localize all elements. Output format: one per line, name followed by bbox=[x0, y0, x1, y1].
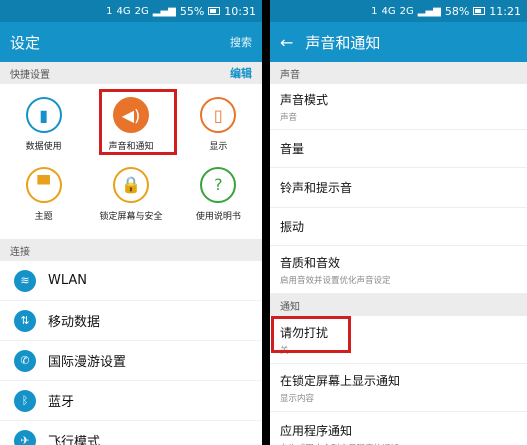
setting-title: 音质和音效 bbox=[280, 255, 341, 270]
sound-notification-screen: 1 4G 2G ▂▄▆ 58% 11:21 ← 声音和通知 声音 声音模式 声音音… bbox=[270, 0, 527, 445]
list-item[interactable]: ≋ WLAN bbox=[0, 261, 262, 301]
quick-tile-label: 显示 bbox=[209, 142, 228, 153]
connections-header: 连接 bbox=[0, 239, 262, 261]
setting-title: 振动 bbox=[280, 220, 305, 234]
setting-subtitle: 允许或阻止个别应用程序的通知 bbox=[280, 442, 517, 445]
highlight-box-sound bbox=[99, 89, 177, 155]
notify-section-header: 通知 bbox=[270, 294, 527, 316]
battery-percent: 58% bbox=[444, 4, 470, 18]
quick-settings-label: 快捷设置 bbox=[10, 69, 50, 81]
setting-title: 应用程序通知 bbox=[280, 423, 353, 438]
airplane-icon: ✈ bbox=[14, 429, 36, 445]
quick-tile[interactable]: ▮ 数据使用 bbox=[0, 90, 87, 160]
setting-item[interactable]: 声音模式 声音 bbox=[270, 84, 527, 130]
paintbrush-icon: ▀ bbox=[25, 166, 62, 203]
signal-icon: ▂▄▆ bbox=[417, 5, 441, 17]
search-button[interactable]: 搜索 bbox=[230, 34, 252, 50]
sim-indicator: 1 bbox=[371, 5, 378, 17]
setting-subtitle: 显示内容 bbox=[280, 393, 315, 404]
list-item-label: WLAN bbox=[48, 273, 88, 288]
quick-tile[interactable]: ▯ 显示 bbox=[175, 90, 262, 160]
setting-item[interactable]: 音量 bbox=[270, 130, 527, 168]
setting-item[interactable]: 应用程序通知允许或阻止个别应用程序的通知 bbox=[270, 412, 527, 445]
back-arrow-icon[interactable]: ← bbox=[280, 33, 293, 52]
list-item[interactable]: ✈ 飞行模式 bbox=[0, 421, 262, 445]
quick-tile[interactable]: ? 使用说明书 bbox=[175, 160, 262, 230]
settings-screen: 1 4G 2G ▂▄▆ 55% 10:31 设定 搜索 快捷设置 编辑 ▮ 数据使… bbox=[0, 0, 262, 445]
list-item[interactable]: ✆ 国际漫游设置 bbox=[0, 341, 262, 381]
connections-label: 连接 bbox=[10, 246, 30, 258]
highlight-box-dnd bbox=[271, 316, 351, 353]
network-2g-indicator: 2G bbox=[399, 5, 414, 17]
network-2g-indicator: 2G bbox=[134, 5, 149, 17]
setting-title: 音量 bbox=[280, 142, 305, 156]
setting-item[interactable]: 铃声和提示音 bbox=[270, 168, 527, 208]
page-title: 声音和通知 bbox=[305, 33, 381, 52]
edit-button[interactable]: 编辑 bbox=[230, 65, 252, 81]
page-title: 设定 bbox=[10, 33, 41, 52]
status-bar: 1 4G 2G ▂▄▆ 55% 10:31 bbox=[0, 0, 262, 22]
quick-tile-label: 锁定屏幕与安全 bbox=[99, 211, 163, 222]
signal-icon: ▂▄▆ bbox=[152, 5, 176, 17]
list-item-label: 国际漫游设置 bbox=[48, 355, 127, 370]
quick-tile[interactable]: 🔒 锁定屏幕与安全 bbox=[87, 160, 174, 230]
sound-app-bar: ← 声音和通知 bbox=[270, 22, 527, 62]
sound-settings-list: 声音模式声音音量铃声和提示音 振动音质和音效启用音效并设置优化声音设定 bbox=[270, 84, 527, 294]
display-icon: ▯ bbox=[200, 97, 237, 134]
bluetooth-icon: ᛒ bbox=[14, 389, 36, 412]
connections-list: ≋ WLAN ⇅ 移动数据 ✆ 国际漫游设置 ᛒ 蓝牙 ✈ 飞行模式 bbox=[0, 261, 262, 445]
quick-tile-label: 数据使用 bbox=[25, 142, 62, 153]
battery-icon bbox=[208, 7, 221, 15]
bar-chart-icon: ▮ bbox=[25, 97, 62, 134]
sound-section-header: 声音 bbox=[270, 62, 527, 84]
sound-section-label: 声音 bbox=[280, 69, 300, 81]
lock-icon: 🔒 bbox=[112, 166, 149, 203]
roaming-icon: ✆ bbox=[14, 349, 36, 372]
list-item-label: 飞行模式 bbox=[48, 435, 101, 445]
mobile-data-icon: ⇅ bbox=[14, 309, 36, 332]
setting-item[interactable]: 音质和音效启用音效并设置优化声音设定 bbox=[270, 246, 527, 294]
quick-tile-label: 主题 bbox=[34, 211, 53, 222]
help-book-icon: ? bbox=[200, 166, 237, 203]
list-item-label: 蓝牙 bbox=[48, 395, 75, 410]
setting-title: 声音模式 bbox=[280, 92, 329, 107]
wifi-icon: ≋ bbox=[14, 269, 36, 292]
network-4g-indicator: 4G bbox=[116, 5, 131, 17]
sim-indicator: 1 bbox=[106, 5, 113, 17]
list-item[interactable]: ⇅ 移动数据 bbox=[0, 301, 262, 341]
quick-settings-header: 快捷设置 编辑 bbox=[0, 62, 262, 84]
network-4g-indicator: 4G bbox=[381, 5, 396, 17]
setting-subtitle: 启用音效并设置优化声音设定 bbox=[280, 275, 391, 286]
settings-app-bar: 设定 搜索 bbox=[0, 22, 262, 62]
status-bar: 1 4G 2G ▂▄▆ 58% 11:21 bbox=[270, 0, 527, 22]
setting-item[interactable]: 在锁定屏幕上显示通知显示内容 bbox=[270, 364, 527, 412]
quick-tile-label: 使用说明书 bbox=[195, 211, 241, 222]
setting-subtitle: 声音 bbox=[280, 112, 298, 123]
battery-icon bbox=[473, 7, 486, 15]
quick-tile[interactable]: ▀ 主题 bbox=[0, 160, 87, 230]
battery-percent: 55% bbox=[179, 4, 205, 18]
clock: 11:21 bbox=[489, 4, 521, 18]
notify-section-label: 通知 bbox=[280, 301, 300, 313]
list-item-label: 移动数据 bbox=[48, 315, 101, 330]
list-item[interactable]: ᛒ 蓝牙 bbox=[0, 381, 262, 421]
setting-title: 铃声和提示音 bbox=[280, 181, 353, 195]
setting-item[interactable]: 振动 bbox=[270, 208, 527, 246]
clock: 10:31 bbox=[224, 4, 256, 18]
setting-title: 在锁定屏幕上显示通知 bbox=[280, 373, 401, 388]
